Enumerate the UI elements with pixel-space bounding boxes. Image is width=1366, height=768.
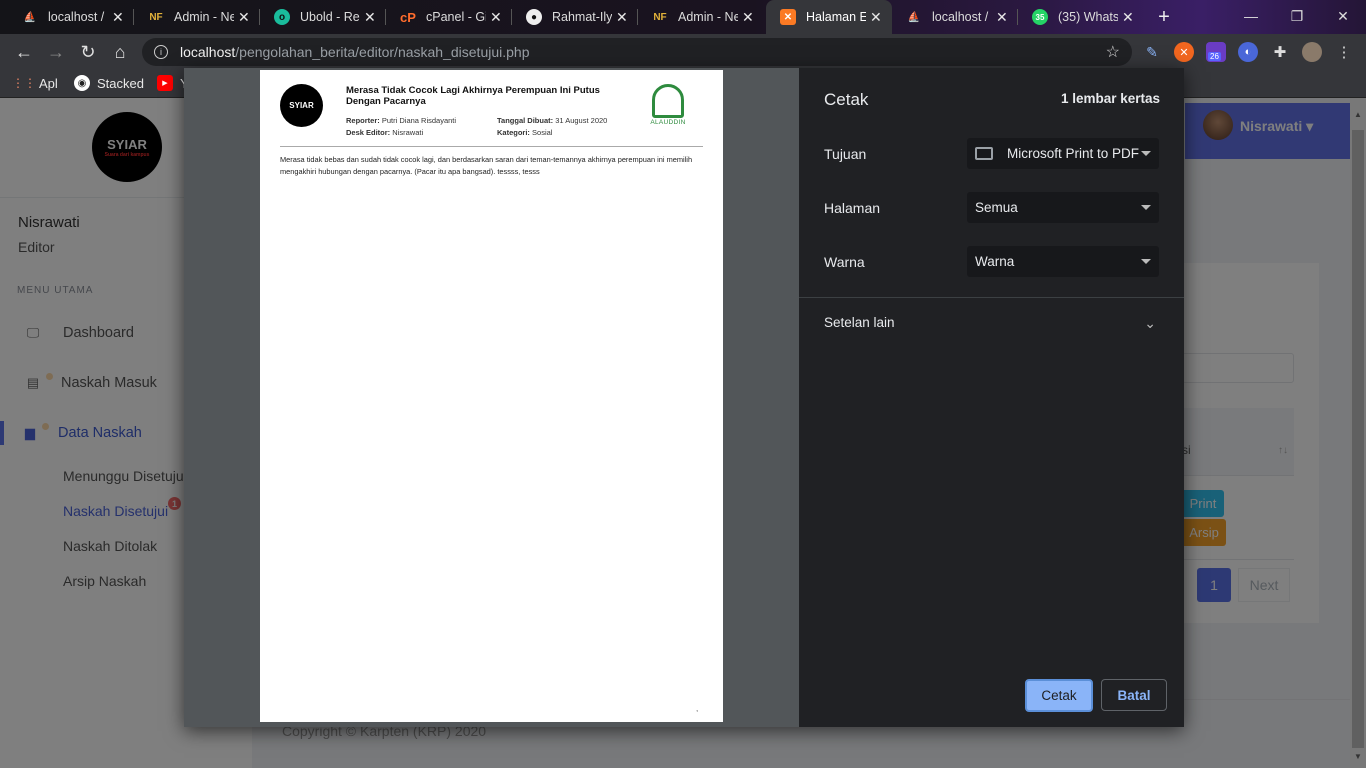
tab-9[interactable]: 35 (35) Whats/ ✕ bbox=[1018, 0, 1144, 34]
select-value: Warna bbox=[975, 254, 1015, 269]
nf-icon: NF bbox=[149, 11, 163, 23]
stacked-icon: ◉ bbox=[74, 75, 90, 91]
extension-badge: 26 bbox=[1208, 52, 1221, 61]
pen-extension-icon[interactable]: ✎ bbox=[1142, 42, 1162, 62]
reload-icon[interactable]: ↻ bbox=[72, 34, 104, 70]
tab-6[interactable]: NF Admin - Ne ✕ bbox=[638, 0, 764, 34]
apps-grid-icon: ⋮⋮ bbox=[12, 76, 36, 90]
tab-title: localhost / bbox=[48, 10, 105, 24]
pages-label: Halaman bbox=[824, 200, 881, 216]
maximize-button[interactable]: ❐ bbox=[1274, 0, 1320, 32]
uin-alauddin-logo: ALAUDDIN bbox=[646, 84, 690, 134]
whatsapp-icon: 35 bbox=[1032, 9, 1048, 25]
back-icon[interactable]: ← bbox=[8, 34, 40, 70]
tab-title: Halaman Ed bbox=[806, 10, 866, 24]
tab-title: cPanel - Git bbox=[426, 10, 486, 24]
preview-category: Kategori: Sosial bbox=[497, 128, 553, 137]
print-settings-pane: Cetak 1 lembar kertas Tujuan Microsoft P… bbox=[799, 68, 1184, 727]
more-settings-toggle[interactable]: Setelan lain bbox=[824, 315, 895, 330]
tab-title: Rahmat-Ilya bbox=[552, 10, 612, 24]
orange-extension-icon[interactable]: ✕ bbox=[1174, 42, 1194, 62]
preview-page: SYIAR Merasa Tidak Cocok Lagi Akhirnya P… bbox=[260, 70, 723, 722]
phpmyadmin-icon: ⛵ bbox=[23, 11, 37, 23]
tab-title: Admin - Ne bbox=[174, 10, 234, 24]
puzzle-extensions-icon[interactable]: ✚ bbox=[1270, 42, 1290, 62]
close-icon[interactable]: ✕ bbox=[490, 9, 504, 26]
tab-8[interactable]: ⛵ localhost / ✕ bbox=[892, 0, 1018, 34]
bookmark-label: Stacked bbox=[97, 75, 144, 91]
chevron-down-icon bbox=[1141, 259, 1151, 264]
tab-4[interactable]: cP cPanel - Git ✕ bbox=[386, 0, 512, 34]
globe-extension-icon[interactable]: ◐ bbox=[1238, 42, 1258, 62]
dialog-title: Cetak bbox=[824, 90, 869, 109]
close-icon[interactable]: ✕ bbox=[742, 9, 756, 26]
forward-icon[interactable]: → bbox=[40, 34, 72, 70]
close-icon[interactable]: ✕ bbox=[870, 9, 884, 26]
url-path: /pengolahan_berita/editor/naskah_disetuj… bbox=[235, 44, 530, 60]
destination-select[interactable]: Microsoft Print to PDF bbox=[967, 138, 1159, 169]
preview-article-body: Merasa tidak bebas dan sudah tidak cocok… bbox=[280, 155, 693, 176]
preview-reporter: Reporter: Putri Diana Risdayanti bbox=[346, 116, 457, 125]
tab-title: Ubold - Res bbox=[300, 10, 360, 24]
close-icon[interactable]: ✕ bbox=[1122, 9, 1136, 26]
youtube-icon: ▶ bbox=[157, 75, 173, 91]
preview-date: Tanggal Dibuat: 31 August 2020 bbox=[497, 116, 608, 125]
color-label: Warna bbox=[824, 254, 865, 270]
select-value: Microsoft Print to PDF bbox=[1007, 146, 1140, 161]
print-dialog: SYIAR Merasa Tidak Cocok Lagi Akhirnya P… bbox=[184, 68, 1184, 727]
phpmyadmin-icon: ⛵ bbox=[907, 11, 921, 23]
select-value: Semua bbox=[975, 200, 1018, 215]
tab-3[interactable]: o Ubold - Res ✕ bbox=[260, 0, 386, 34]
close-icon[interactable]: ✕ bbox=[238, 9, 252, 26]
print-preview-pane: SYIAR Merasa Tidak Cocok Lagi Akhirnya P… bbox=[184, 68, 799, 727]
xampp-icon: ✕ bbox=[780, 9, 796, 25]
tab-5[interactable]: ● Rahmat-Ilya ✕ bbox=[512, 0, 638, 34]
tv-syiar-logo: SYIAR bbox=[280, 84, 323, 127]
close-icon[interactable]: ✕ bbox=[364, 9, 378, 26]
bookmark-apps[interactable]: ⋮⋮ Apl bbox=[12, 75, 58, 91]
tab-2[interactable]: NF Admin - Ne ✕ bbox=[134, 0, 260, 34]
close-icon[interactable]: ✕ bbox=[996, 9, 1010, 26]
ubold-icon: o bbox=[274, 9, 290, 25]
bookmark-stacked[interactable]: ◉ Stacked bbox=[74, 75, 144, 91]
bookmark-label: Apl bbox=[39, 75, 58, 91]
menu-kebab-icon[interactable]: ⋮ bbox=[1334, 42, 1354, 62]
minimize-button[interactable]: — bbox=[1228, 0, 1274, 32]
address-bar[interactable]: i localhost/pengolahan_berita/editor/nas… bbox=[142, 38, 1132, 66]
preview-editor: Desk Editor: Nisrawati bbox=[346, 128, 424, 137]
color-select[interactable]: Warna bbox=[967, 246, 1159, 277]
tab-title: (35) Whats/ bbox=[1058, 10, 1118, 24]
url-host: localhost bbox=[180, 44, 236, 60]
nf-icon: NF bbox=[653, 11, 667, 23]
tab-7-active[interactable]: ✕ Halaman Ed ✕ bbox=[766, 0, 892, 34]
home-icon[interactable]: ⌂ bbox=[104, 34, 136, 70]
tab-title: localhost / bbox=[932, 10, 989, 24]
hat-extension-icon[interactable]: 26 bbox=[1206, 42, 1226, 62]
chevron-down-icon[interactable]: ⌄ bbox=[1144, 315, 1156, 332]
info-icon[interactable]: i bbox=[154, 45, 168, 59]
tab-1[interactable]: ⛵ localhost / ✕ bbox=[8, 0, 134, 34]
close-icon[interactable]: ✕ bbox=[616, 9, 630, 26]
sheet-count: 1 lembar kertas bbox=[1060, 91, 1160, 106]
profile-avatar-icon[interactable] bbox=[1302, 42, 1322, 62]
chevron-down-icon bbox=[1141, 205, 1151, 210]
close-window-button[interactable]: ✕ bbox=[1320, 0, 1366, 32]
github-icon: ● bbox=[526, 9, 542, 25]
tab-strip: ⛵ localhost / ✕ NF Admin - Ne ✕ o Ubold … bbox=[0, 0, 1366, 34]
printer-icon bbox=[975, 147, 993, 160]
destination-label: Tujuan bbox=[824, 146, 867, 162]
preview-article-title: Merasa Tidak Cocok Lagi Akhirnya Perempu… bbox=[346, 85, 600, 107]
browser-toolbar: ← → ↻ ⌂ i localhost/pengolahan_berita/ed… bbox=[0, 34, 1366, 70]
bookmark-star-icon[interactable]: ☆ bbox=[1106, 42, 1120, 62]
pages-select[interactable]: Semua bbox=[967, 192, 1159, 223]
tab-title: Admin - Ne bbox=[678, 10, 738, 24]
cpanel-icon: cP bbox=[400, 9, 416, 25]
cancel-button[interactable]: Batal bbox=[1101, 679, 1167, 711]
close-icon[interactable]: ✕ bbox=[112, 9, 126, 26]
chevron-down-icon bbox=[1141, 151, 1151, 156]
new-tab-button[interactable]: + bbox=[1152, 6, 1176, 28]
print-confirm-button[interactable]: Cetak bbox=[1025, 679, 1093, 712]
